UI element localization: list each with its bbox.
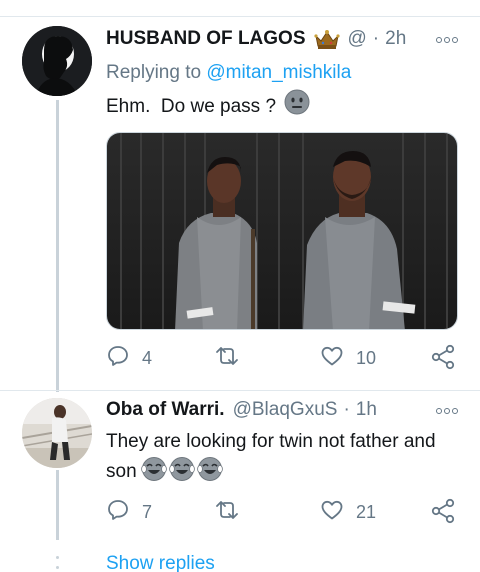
thread-line — [56, 100, 59, 392]
like-count: 21 — [356, 502, 377, 522]
top-divider — [0, 16, 480, 17]
tweet-header: Oba of Warri. @BlaqGxuS · 1h — [106, 399, 377, 421]
tweet-divider — [0, 390, 480, 391]
reply-icon — [106, 498, 130, 527]
handle[interactable]: @ — [348, 28, 367, 50]
retweet-button[interactable] — [214, 344, 252, 373]
more-options-icon[interactable] — [436, 408, 458, 414]
thread-dot — [56, 566, 59, 569]
tears-of-joy-icon — [168, 456, 195, 491]
tweet-actions: 7 21 — [106, 498, 458, 526]
display-name[interactable]: HUSBAND OF LAGOS — [106, 28, 306, 50]
neutral-face-icon — [284, 89, 310, 124]
like-count: 10 — [356, 348, 377, 368]
share-icon — [430, 498, 456, 529]
handle[interactable]: @BlaqGxuS — [233, 399, 338, 421]
tears-of-joy-icon — [196, 456, 223, 491]
tweet-text: Ehm. Do we pass ? — [106, 89, 310, 124]
like-button[interactable]: 10 — [320, 344, 376, 373]
tweet-text: They are looking for twin not father and… — [106, 427, 456, 491]
timestamp[interactable]: 1h — [356, 399, 377, 421]
reply-button[interactable]: 4 — [106, 344, 152, 373]
heart-icon — [320, 498, 344, 527]
heart-icon — [320, 344, 344, 373]
avatar[interactable] — [22, 398, 92, 468]
share-button[interactable] — [430, 344, 456, 375]
reply-icon — [106, 344, 130, 373]
tweet-header: HUSBAND OF LAGOS @ · 2h — [106, 28, 406, 50]
reply-button[interactable]: 7 — [106, 498, 152, 527]
retweet-icon — [214, 344, 240, 373]
tweet-text-body: Ehm. Do we pass ? — [106, 96, 277, 117]
more-options-icon[interactable] — [436, 37, 458, 43]
mention-link[interactable]: @mitan_mishkila — [206, 62, 351, 83]
retweet-icon — [214, 498, 240, 527]
reply-count: 4 — [142, 348, 153, 368]
reply-count: 7 — [142, 502, 153, 522]
thread-dot — [56, 556, 59, 559]
separator: · — [343, 399, 350, 420]
share-button[interactable] — [430, 498, 456, 529]
show-replies-link[interactable]: Show replies — [106, 553, 215, 572]
crown-icon — [313, 28, 340, 50]
tweet-actions: 4 10 — [106, 344, 458, 372]
timestamp[interactable]: 2h — [385, 28, 406, 50]
like-button[interactable]: 21 — [320, 498, 376, 527]
separator: · — [372, 28, 380, 49]
replying-prefix: Replying to — [106, 62, 202, 83]
avatar[interactable] — [22, 26, 92, 96]
retweet-button[interactable] — [214, 498, 252, 527]
display-name[interactable]: Oba of Warri. — [106, 399, 225, 421]
tears-of-joy-icon — [140, 456, 167, 491]
tweet-image[interactable] — [106, 132, 458, 330]
replying-to: Replying to @mitan_mishkila — [106, 62, 351, 84]
thread-line — [56, 470, 59, 540]
share-icon — [430, 344, 456, 375]
